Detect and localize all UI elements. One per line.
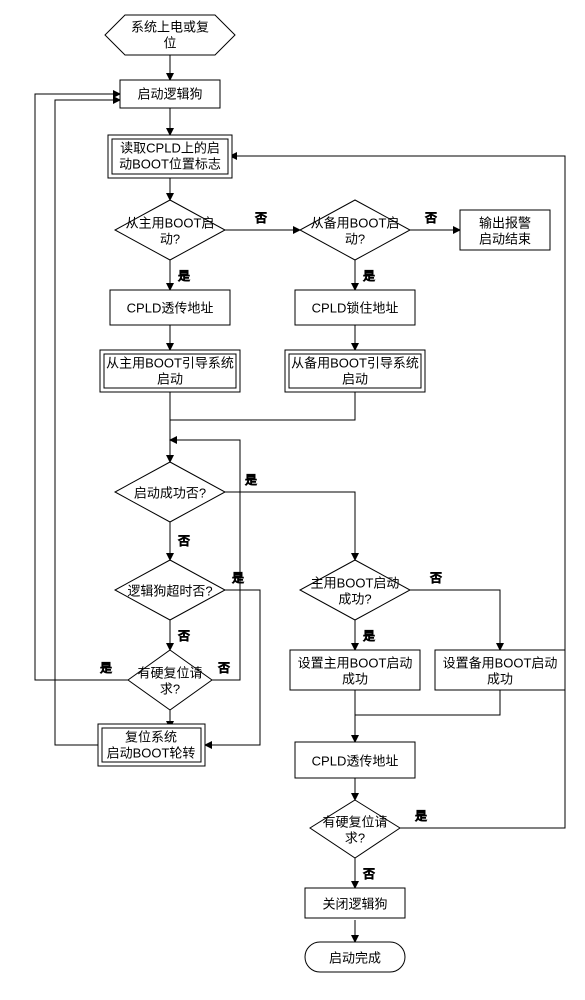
flowchart: 是 否 是 否 是 否 是 否 否 是 <box>0 0 585 1000</box>
node-main-boot-ok: 主用BOOT启动 成功? <box>300 560 410 620</box>
node-set-backup-ok: 设置备用BOOT启动 成功 <box>435 650 565 690</box>
node-set-main-ok: 设置主用BOOT启动 成功 <box>290 650 420 690</box>
svg-text:主用BOOT启动: 主用BOOT启动 <box>311 575 400 590</box>
node-hard-reset-1: 有硬复位请 求? <box>128 650 212 710</box>
edge-yes: 是 <box>363 269 375 283</box>
node-cpld-pass-2: CPLD透传地址 <box>295 742 415 778</box>
svg-text:从主用BOOT引导系统: 从主用BOOT引导系统 <box>106 355 234 370</box>
node-done: 启动完成 <box>305 942 405 972</box>
node-boot-ok: 启动成功否? <box>115 462 225 522</box>
svg-text:启动成功否?: 启动成功否? <box>134 485 206 500</box>
node-dog-timeout: 逻辑狗超时否? <box>115 560 225 620</box>
svg-text:逻辑狗超时否?: 逻辑狗超时否? <box>127 583 212 598</box>
svg-text:启动: 启动 <box>342 371 368 386</box>
edge-yes: 是 <box>363 629 375 643</box>
svg-text:CPLD锁住地址: CPLD锁住地址 <box>312 300 399 315</box>
svg-text:有硬复位请: 有硬复位请 <box>137 665 202 680</box>
svg-text:求?: 求? <box>345 830 365 845</box>
edge-no: 否 <box>363 867 375 881</box>
svg-text:位: 位 <box>163 35 176 50</box>
svg-text:复位系统: 复位系统 <box>125 729 177 744</box>
node-cpld-lock: CPLD锁住地址 <box>295 290 415 325</box>
node-cpld-pass: CPLD透传地址 <box>110 290 230 325</box>
svg-text:从备用BOOT启: 从备用BOOT启 <box>311 215 400 230</box>
svg-text:求?: 求? <box>160 681 180 696</box>
edge-yes: 是 <box>232 571 244 585</box>
svg-text:关闭逻辑狗: 关闭逻辑狗 <box>322 896 387 911</box>
edge-yes: 是 <box>178 269 190 283</box>
svg-text:系统上电或复: 系统上电或复 <box>131 19 209 34</box>
edge-yes: 是 <box>415 809 427 823</box>
node-boot-main: 从主用BOOT引导系统 启动 <box>100 350 240 392</box>
node-start: 系统上电或复 位 <box>105 15 235 55</box>
svg-text:动?: 动? <box>160 231 180 246</box>
node-close-dog: 关闭逻辑狗 <box>305 888 405 918</box>
node-boot-backup: 从备用BOOT引导系统 启动 <box>285 350 425 392</box>
svg-text:从备用BOOT引导系统: 从备用BOOT引导系统 <box>291 355 419 370</box>
svg-text:启动逻辑狗: 启动逻辑狗 <box>137 86 202 101</box>
svg-text:成功: 成功 <box>487 671 513 686</box>
svg-text:输出报警: 输出报警 <box>479 215 531 230</box>
edge-no: 否 <box>178 534 190 548</box>
svg-text:成功?: 成功? <box>338 591 371 606</box>
svg-text:读取CPLD上的启: 读取CPLD上的启 <box>120 140 220 155</box>
svg-text:启动BOOT轮转: 启动BOOT轮转 <box>107 745 196 760</box>
svg-text:启动结束: 启动结束 <box>479 231 531 246</box>
svg-text:启动: 启动 <box>157 371 183 386</box>
svg-text:动?: 动? <box>345 231 365 246</box>
svg-text:设置主用BOOT启动: 设置主用BOOT启动 <box>298 655 413 670</box>
svg-text:启动完成: 启动完成 <box>329 950 381 965</box>
svg-text:从主用BOOT启: 从主用BOOT启 <box>126 215 215 230</box>
edge-no: 否 <box>255 211 267 225</box>
edge-yes: 是 <box>245 473 257 487</box>
svg-text:动BOOT位置标志: 动BOOT位置标志 <box>119 156 221 171</box>
edge-no: 否 <box>178 629 190 643</box>
svg-text:CPLD透传地址: CPLD透传地址 <box>312 753 399 768</box>
node-hard-reset-2: 有硬复位请 求? <box>310 800 400 858</box>
node-alarm: 输出报警 启动结束 <box>460 210 550 250</box>
svg-text:设置备用BOOT启动: 设置备用BOOT启动 <box>443 655 558 670</box>
edge-no: 否 <box>425 211 437 225</box>
edge-no: 否 <box>430 571 442 585</box>
node-read-flag: 读取CPLD上的启 动BOOT位置标志 <box>108 135 232 178</box>
svg-text:有硬复位请: 有硬复位请 <box>322 814 387 829</box>
edge-yes: 是 <box>100 661 112 675</box>
node-from-backup: 从备用BOOT启 动? <box>300 200 410 260</box>
node-from-main: 从主用BOOT启 动? <box>115 200 225 260</box>
node-start-logic-dog: 启动逻辑狗 <box>120 80 220 108</box>
node-reset-rotate: 复位系统 启动BOOT轮转 <box>98 724 205 766</box>
svg-text:成功: 成功 <box>342 671 368 686</box>
edge-no: 否 <box>218 661 230 675</box>
svg-text:CPLD透传地址: CPLD透传地址 <box>127 300 214 315</box>
